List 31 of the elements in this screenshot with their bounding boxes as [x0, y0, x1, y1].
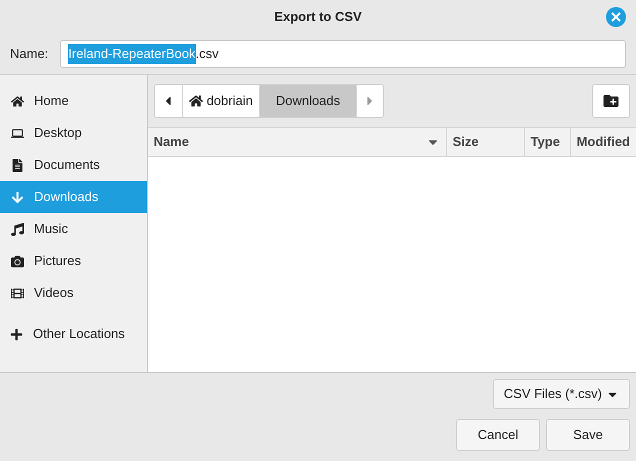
- house-icon: [188, 94, 203, 108]
- sidebar-item[interactable]: Home: [0, 85, 147, 117]
- sidebar-item[interactable]: Other Locations: [0, 318, 147, 350]
- folder-plus-icon: [602, 92, 620, 110]
- camera-icon: [10, 254, 24, 268]
- arrow-down-icon: [10, 190, 24, 204]
- dialog-button[interactable]: Save: [546, 419, 630, 451]
- name-field[interactable]: Ireland-RepeaterBook.csv: [60, 40, 626, 68]
- plus-icon: [10, 328, 23, 340]
- name-label: Name:: [10, 45, 48, 64]
- sidebar-item[interactable]: Pictures: [0, 245, 147, 277]
- laptop-icon: [10, 126, 24, 140]
- sidebar-item[interactable]: Desktop: [0, 117, 147, 149]
- sidebar-item[interactable]: Videos: [0, 277, 147, 309]
- sidebar-item[interactable]: Music: [0, 213, 147, 245]
- sidebar-item[interactable]: Documents: [0, 149, 147, 181]
- path-button[interactable]: Downloads: [260, 85, 358, 117]
- window-title: Export to CSV: [274, 8, 362, 26]
- close-icon: [611, 12, 621, 22]
- column-header[interactable]: Type: [524, 128, 570, 156]
- column-header[interactable]: Size: [446, 128, 524, 156]
- music-note-icon: [10, 222, 24, 236]
- file-type-dropdown[interactable]: CSV Files (*.csv): [492, 379, 630, 409]
- close-button[interactable]: [606, 7, 626, 27]
- house-icon: [10, 94, 24, 108]
- column-header[interactable]: Name: [148, 128, 446, 156]
- film-icon: [10, 286, 24, 300]
- column-header[interactable]: Modified: [570, 128, 636, 156]
- new-folder-button[interactable]: [592, 84, 630, 118]
- dialog-button[interactable]: Cancel: [456, 419, 540, 451]
- document-icon: [10, 158, 24, 172]
